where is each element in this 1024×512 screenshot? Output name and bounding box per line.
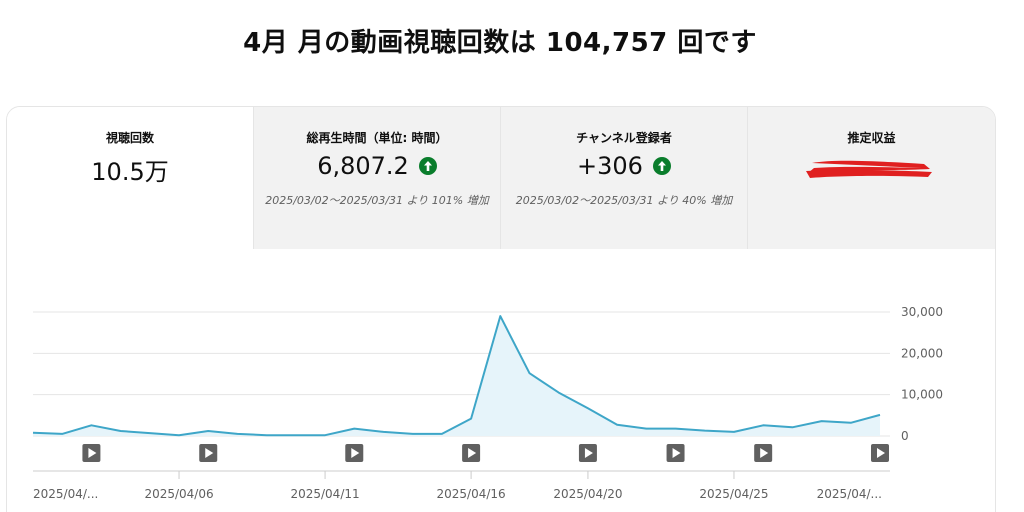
series-line [32,315,881,437]
tab-label: チャンネル登録者 [576,131,672,145]
tab-value: +306 [501,152,747,180]
chart-canvas: 30,000 20,000 10,000 0 2025/04/... 2025/04/06… [32,305,943,501]
comparison-text: 2025/03/02～2025/03/31 より 101% 増加 [265,194,489,207]
arrow-up-icon [418,157,437,175]
x-tick-label: 2025/04/25 [699,487,768,501]
tab-revenue[interactable]: 推定収益 [748,107,995,249]
tab-label: 推定収益 [847,131,896,145]
x-tick-label: 2025/04/11 [290,487,359,501]
views-value: 10.5万 [91,158,169,186]
tab-label: 総再生時間（単位: 時間） [306,131,448,145]
arrow-up-icon [652,157,671,175]
x-tick-label: 2025/04/20 [553,487,622,501]
metric-tabs: 視聴回数 10.5万 総再生時間（単位: 時間） 6,807.2 2025/03… [7,107,995,249]
redaction-mark [806,160,932,178]
x-tick-label: 2025/04/06 [144,487,213,501]
subscribers-value: +306 [577,152,643,180]
y-tick-label: 30,000 [901,305,943,319]
x-tick-label: 2025/04/... [33,487,98,501]
x-tick-label: 2025/04/... [817,487,882,501]
analytics-card: 視聴回数 10.5万 総再生時間（単位: 時間） 6,807.2 2025/03… [6,106,996,512]
tab-value: 6,807.2 [254,152,500,180]
tab-value: 10.5万 [7,152,253,187]
tab-label: 視聴回数 [105,131,154,145]
page-title: 4月 月の動画視聴回数は 104,757 回です [243,28,757,58]
y-tick-label: 10,000 [901,388,943,402]
tab-views[interactable]: 視聴回数 10.5万 [7,107,254,249]
x-tick-label: 2025/04/16 [437,487,506,501]
y-tick-label: 0 [901,429,909,443]
series-area [33,316,880,436]
comparison-text: 2025/03/02～2025/03/31 より 40% 増加 [515,194,733,207]
tab-subscribers[interactable]: チャンネル登録者 +306 2025/03/02～2025/03/31 より 4… [501,107,748,249]
y-tick-label: 20,000 [901,346,943,360]
watch-time-value: 6,807.2 [317,152,409,180]
tab-watch-time[interactable]: 総再生時間（単位: 時間） 6,807.2 2025/03/02～2025/03… [254,107,501,249]
views-chart: 30,000 20,000 10,000 0 2025/04/... 2025/04/06… [7,249,995,512]
